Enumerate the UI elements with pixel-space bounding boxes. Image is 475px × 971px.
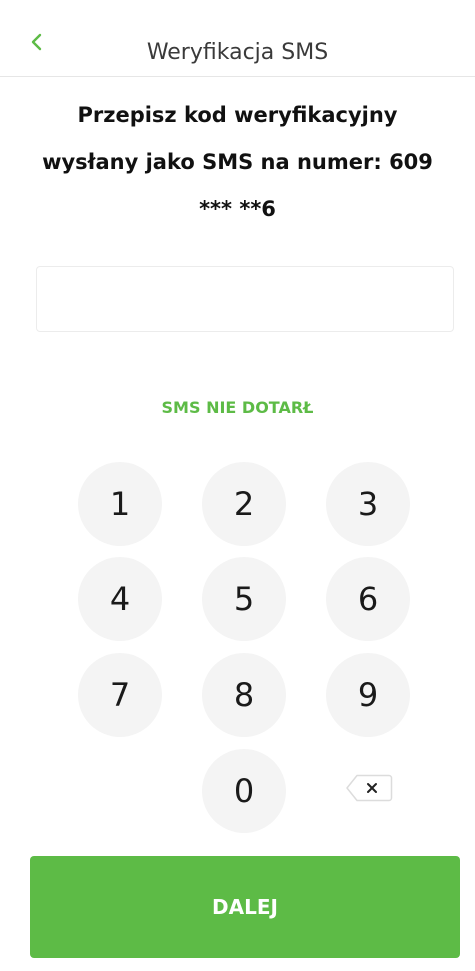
header-bar: Weryfikacja SMS: [0, 0, 475, 77]
backspace-button[interactable]: [344, 774, 394, 806]
keypad-key-2[interactable]: 2: [202, 462, 286, 546]
keypad-key-3[interactable]: 3: [326, 462, 410, 546]
keypad-key-8[interactable]: 8: [202, 653, 286, 737]
keypad-key-6[interactable]: 6: [326, 557, 410, 641]
sms-not-received-link[interactable]: SMS NIE DOTARŁ: [0, 398, 475, 417]
backspace-icon: [345, 774, 393, 806]
keypad-key-0[interactable]: 0: [202, 749, 286, 833]
keypad-key-7[interactable]: 7: [78, 653, 162, 737]
keypad-key-5[interactable]: 5: [202, 557, 286, 641]
instruction-text: Przepisz kod weryfikacyjny wysłany jako …: [20, 92, 455, 233]
instruction-line-3: *** **6: [199, 197, 276, 221]
page-title: Weryfikacja SMS: [146, 40, 329, 65]
keypad-key-9[interactable]: 9: [326, 653, 410, 737]
verification-code-input[interactable]: [36, 266, 454, 332]
keypad-key-1[interactable]: 1: [78, 462, 162, 546]
instruction-line-2: wysłany jako SMS na numer: 609: [42, 150, 433, 174]
keypad-key-4[interactable]: 4: [78, 557, 162, 641]
instruction-line-1: Przepisz kod weryfikacyjny: [77, 103, 398, 127]
next-button[interactable]: DALEJ: [30, 856, 460, 958]
